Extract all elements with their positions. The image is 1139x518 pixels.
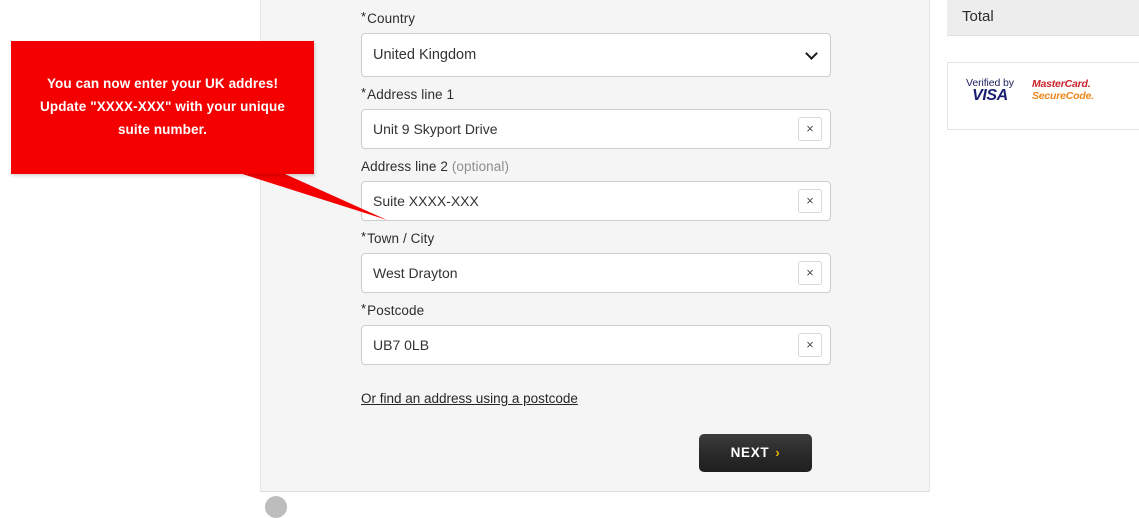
address-line-2-wrap: × xyxy=(361,181,831,221)
label-postcode-text: Postcode xyxy=(367,303,425,318)
label-address-line-1: *Address line 1 xyxy=(361,85,831,103)
label-country-text: Country xyxy=(367,11,416,26)
label-address-line-1-text: Address line 1 xyxy=(367,87,455,102)
annotation-callout-text: You can now enter your UK addres! Update… xyxy=(40,76,285,137)
country-select[interactable]: United Kingdom xyxy=(361,33,831,77)
label-address-line-2: Address line 2 (optional) xyxy=(361,158,831,175)
postcode-input[interactable] xyxy=(361,325,831,365)
label-country: *Country xyxy=(361,9,831,27)
address-line-2-input[interactable] xyxy=(361,181,831,221)
total-title: Total xyxy=(962,8,994,25)
security-badges-panel: Verified by VISA MasterCard. SecureCode. xyxy=(947,62,1139,130)
required-marker: * xyxy=(361,229,367,244)
optional-note: (optional) xyxy=(451,159,510,174)
checkout-form-panel: *Country United Kingdom *Address line 1 … xyxy=(260,0,930,492)
annotation-callout: You can now enter your UK addres! Update… xyxy=(11,41,314,174)
town-city-wrap: × xyxy=(361,253,831,293)
verified-by-visa-icon: Verified by VISA xyxy=(966,78,1014,104)
chevron-right-icon: › xyxy=(775,445,781,460)
postcode-wrap: × xyxy=(361,325,831,365)
clear-icon[interactable]: × xyxy=(798,333,822,357)
required-marker: * xyxy=(361,301,367,316)
field-postcode: *Postcode × xyxy=(361,301,831,365)
order-total-panel: Total xyxy=(947,0,1139,36)
clear-icon[interactable]: × xyxy=(798,189,822,213)
clear-icon[interactable]: × xyxy=(798,261,822,285)
field-country: *Country United Kingdom xyxy=(361,9,831,77)
town-city-input[interactable] xyxy=(361,253,831,293)
badge-row: Verified by VISA MasterCard. SecureCode. xyxy=(948,63,1139,104)
required-marker: * xyxy=(361,9,367,24)
address-line-1-wrap: × xyxy=(361,109,831,149)
label-town-city-text: Town / City xyxy=(367,231,435,246)
address-line-1-input[interactable] xyxy=(361,109,831,149)
required-marker: * xyxy=(361,85,367,100)
field-address-line-2: Address line 2 (optional) × xyxy=(361,158,831,221)
find-address-by-postcode-link[interactable]: Or find an address using a postcode xyxy=(361,391,578,406)
avatar xyxy=(265,496,287,518)
securecode-wordmark: SecureCode. xyxy=(1031,89,1094,102)
field-town-city: *Town / City × xyxy=(361,229,831,293)
clear-icon[interactable]: × xyxy=(798,117,822,141)
country-select-wrap: United Kingdom xyxy=(361,33,831,77)
next-button[interactable]: NEXT › xyxy=(699,434,812,472)
label-postcode: *Postcode xyxy=(361,301,831,319)
mastercard-securecode-icon: MasterCard. SecureCode. xyxy=(1032,79,1094,102)
address-form: *Country United Kingdom *Address line 1 … xyxy=(361,9,831,472)
form-actions: NEXT › xyxy=(361,434,831,472)
label-town-city: *Town / City xyxy=(361,229,831,247)
next-button-label: NEXT xyxy=(730,445,770,460)
visa-wordmark: VISA xyxy=(972,86,1008,104)
field-address-line-1: *Address line 1 × xyxy=(361,85,831,149)
